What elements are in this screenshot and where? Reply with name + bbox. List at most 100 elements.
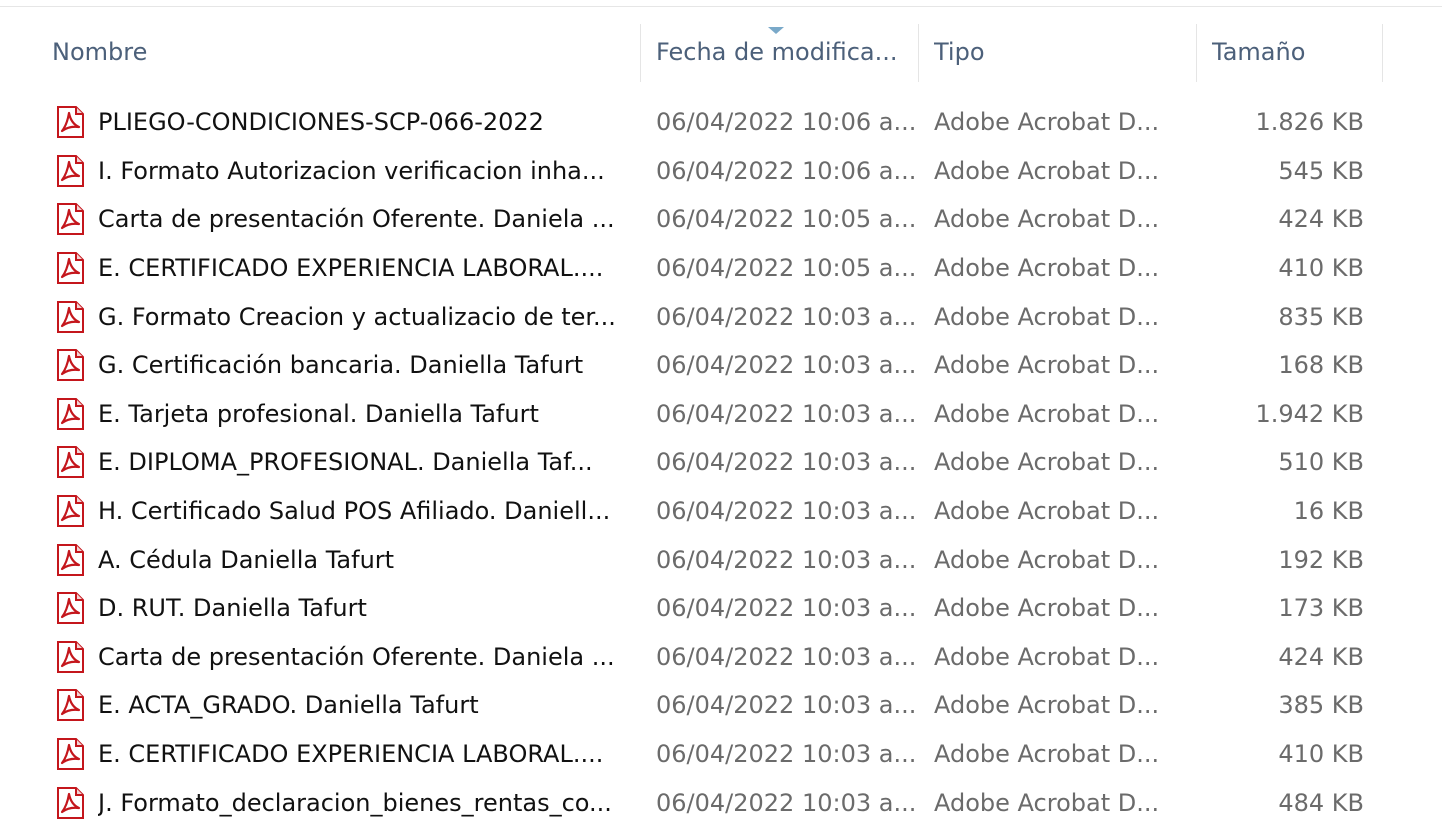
file-row[interactable]: Carta de presentación Oferente. Daniela …	[0, 633, 1442, 682]
column-header-name[interactable]: Nombre	[52, 22, 632, 82]
file-size: 385 KB	[1278, 691, 1364, 720]
column-separator[interactable]	[1382, 24, 1383, 82]
file-name-cell[interactable]: PLIEGO-CONDICIONES-SCP-066-2022	[52, 98, 632, 147]
file-row[interactable]: E. CERTIFICADO EXPERIENCIA LABORAL.... 06…	[0, 244, 1442, 293]
column-header-row: Nombre Fecha de modifica... Tipo Tamaño	[0, 22, 1442, 82]
column-header-date[interactable]: Fecha de modifica...	[656, 22, 910, 82]
file-row[interactable]: E. Tarjeta profesional. Daniella Tafurt 0…	[0, 390, 1442, 439]
file-size: 545 KB	[1278, 156, 1364, 185]
file-size: 1.826 KB	[1255, 108, 1364, 137]
column-separator[interactable]	[640, 24, 641, 82]
pdf-icon	[52, 153, 88, 189]
file-type: Adobe Acrobat D...	[934, 108, 1160, 137]
file-type: Adobe Acrobat D...	[934, 399, 1160, 428]
file-row[interactable]: E. CERTIFICADO EXPERIENCIA LABORAL.... 06…	[0, 730, 1442, 779]
file-row[interactable]: G. Certificación bancaria. Daniella Tafu…	[0, 341, 1442, 390]
file-name-cell[interactable]: Carta de presentación Oferente. Daniela …	[52, 633, 632, 682]
file-size: 484 KB	[1278, 788, 1364, 817]
file-name: G. Formato Creacion y actualizacio de te…	[98, 302, 616, 331]
file-name-cell[interactable]: E. CERTIFICADO EXPERIENCIA LABORAL....	[52, 730, 632, 779]
file-row[interactable]: I. Formato Autorizacion verificacion inh…	[0, 147, 1442, 196]
file-name: Carta de presentación Oferente. Daniela …	[98, 205, 615, 234]
column-header-name-label: Nombre	[52, 38, 148, 66]
file-name: PLIEGO-CONDICIONES-SCP-066-2022	[98, 108, 544, 137]
file-name-cell[interactable]: G. Certificación bancaria. Daniella Tafu…	[52, 341, 632, 390]
file-date: 06/04/2022 10:03 a...	[656, 691, 916, 720]
file-name: J. Formato_declaracion_bienes_rentas_co.…	[98, 788, 612, 817]
file-name: E. CERTIFICADO EXPERIENCIA LABORAL....	[98, 254, 604, 283]
file-type: Adobe Acrobat D...	[934, 205, 1160, 234]
file-type: Adobe Acrobat D...	[934, 448, 1160, 477]
file-name-cell[interactable]: H. Certificado Salud POS Afiliado. Danie…	[52, 487, 632, 536]
column-header-type[interactable]: Tipo	[934, 22, 1184, 82]
file-date: 06/04/2022 10:06 a...	[656, 156, 916, 185]
file-type: Adobe Acrobat D...	[934, 594, 1160, 623]
file-name-cell[interactable]: Carta de presentación Oferente. Daniela …	[52, 195, 632, 244]
file-row[interactable]: A. Cédula Daniella Tafurt 06/04/2022 10:0…	[0, 535, 1442, 584]
pdf-icon	[52, 687, 88, 723]
file-name-cell[interactable]: E. CERTIFICADO EXPERIENCIA LABORAL....	[52, 244, 632, 293]
file-name: E. CERTIFICADO EXPERIENCIA LABORAL....	[98, 740, 604, 769]
file-type: Adobe Acrobat D...	[934, 497, 1160, 526]
file-date: 06/04/2022 10:05 a...	[656, 205, 916, 234]
file-name-cell[interactable]: E. ACTA_GRADO. Daniella Tafurt	[52, 681, 632, 730]
file-row[interactable]: PLIEGO-CONDICIONES-SCP-066-2022 06/04/202…	[0, 98, 1442, 147]
file-row[interactable]: H. Certificado Salud POS Afiliado. Danie…	[0, 487, 1442, 536]
file-type: Adobe Acrobat D...	[934, 691, 1160, 720]
file-row[interactable]: D. RUT. Daniella Tafurt 06/04/2022 10:03 …	[0, 584, 1442, 633]
column-separator[interactable]	[918, 24, 919, 82]
file-row[interactable]: E. ACTA_GRADO. Daniella Tafurt 06/04/2022…	[0, 681, 1442, 730]
top-divider	[0, 0, 1442, 7]
column-header-date-label: Fecha de modifica...	[656, 38, 898, 66]
file-name-cell[interactable]: E. DIPLOMA_PROFESIONAL. Daniella Taf...	[52, 438, 632, 487]
pdf-icon	[52, 493, 88, 529]
file-size: 424 KB	[1278, 642, 1364, 671]
file-date: 06/04/2022 10:03 a...	[656, 448, 916, 477]
file-date: 06/04/2022 10:03 a...	[656, 788, 916, 817]
file-name-cell[interactable]: D. RUT. Daniella Tafurt	[52, 584, 632, 633]
file-type: Adobe Acrobat D...	[934, 254, 1160, 283]
file-name: G. Certificación bancaria. Daniella Tafu…	[98, 351, 584, 380]
file-row[interactable]: Carta de presentación Oferente. Daniela …	[0, 195, 1442, 244]
file-name-cell[interactable]: I. Formato Autorizacion verificacion inh…	[52, 147, 632, 196]
pdf-icon	[52, 299, 88, 335]
file-row[interactable]: J. Formato_declaracion_bienes_rentas_co.…	[0, 778, 1442, 827]
file-date: 06/04/2022 10:03 a...	[656, 497, 916, 526]
file-size: 168 KB	[1278, 351, 1364, 380]
pdf-icon	[52, 542, 88, 578]
pdf-icon	[52, 444, 88, 480]
file-name: H. Certificado Salud POS Afiliado. Danie…	[98, 497, 611, 526]
pdf-icon	[52, 590, 88, 626]
column-header-size[interactable]: Tamaño	[1212, 22, 1372, 82]
file-row[interactable]: G. Formato Creacion y actualizacio de te…	[0, 292, 1442, 341]
file-size: 410 KB	[1278, 254, 1364, 283]
file-name: I. Formato Autorizacion verificacion inh…	[98, 156, 605, 185]
file-date: 06/04/2022 10:05 a...	[656, 254, 916, 283]
file-date: 06/04/2022 10:03 a...	[656, 740, 916, 769]
file-name: D. RUT. Daniella Tafurt	[98, 594, 367, 623]
file-list: PLIEGO-CONDICIONES-SCP-066-2022 06/04/202…	[0, 98, 1442, 827]
file-name-cell[interactable]: E. Tarjeta profesional. Daniella Tafurt	[52, 390, 632, 439]
column-separator[interactable]	[1196, 24, 1197, 82]
file-date: 06/04/2022 10:03 a...	[656, 399, 916, 428]
file-date: 06/04/2022 10:03 a...	[656, 594, 916, 623]
file-size: 192 KB	[1278, 545, 1364, 574]
pdf-icon	[52, 785, 88, 821]
file-type: Adobe Acrobat D...	[934, 788, 1160, 817]
pdf-icon	[52, 250, 88, 286]
file-size: 410 KB	[1278, 740, 1364, 769]
file-name-cell[interactable]: A. Cédula Daniella Tafurt	[52, 535, 632, 584]
file-name-cell[interactable]: J. Formato_declaracion_bienes_rentas_co.…	[52, 778, 632, 827]
file-type: Adobe Acrobat D...	[934, 740, 1160, 769]
file-date: 06/04/2022 10:03 a...	[656, 351, 916, 380]
pdf-icon	[52, 396, 88, 432]
pdf-icon	[52, 736, 88, 772]
file-size: 424 KB	[1278, 205, 1364, 234]
file-name-cell[interactable]: G. Formato Creacion y actualizacio de te…	[52, 292, 632, 341]
file-row[interactable]: E. DIPLOMA_PROFESIONAL. Daniella Taf... 0…	[0, 438, 1442, 487]
column-header-type-label: Tipo	[934, 38, 985, 66]
file-type: Adobe Acrobat D...	[934, 156, 1160, 185]
pdf-icon	[52, 347, 88, 383]
pdf-icon	[52, 639, 88, 675]
file-type: Adobe Acrobat D...	[934, 545, 1160, 574]
